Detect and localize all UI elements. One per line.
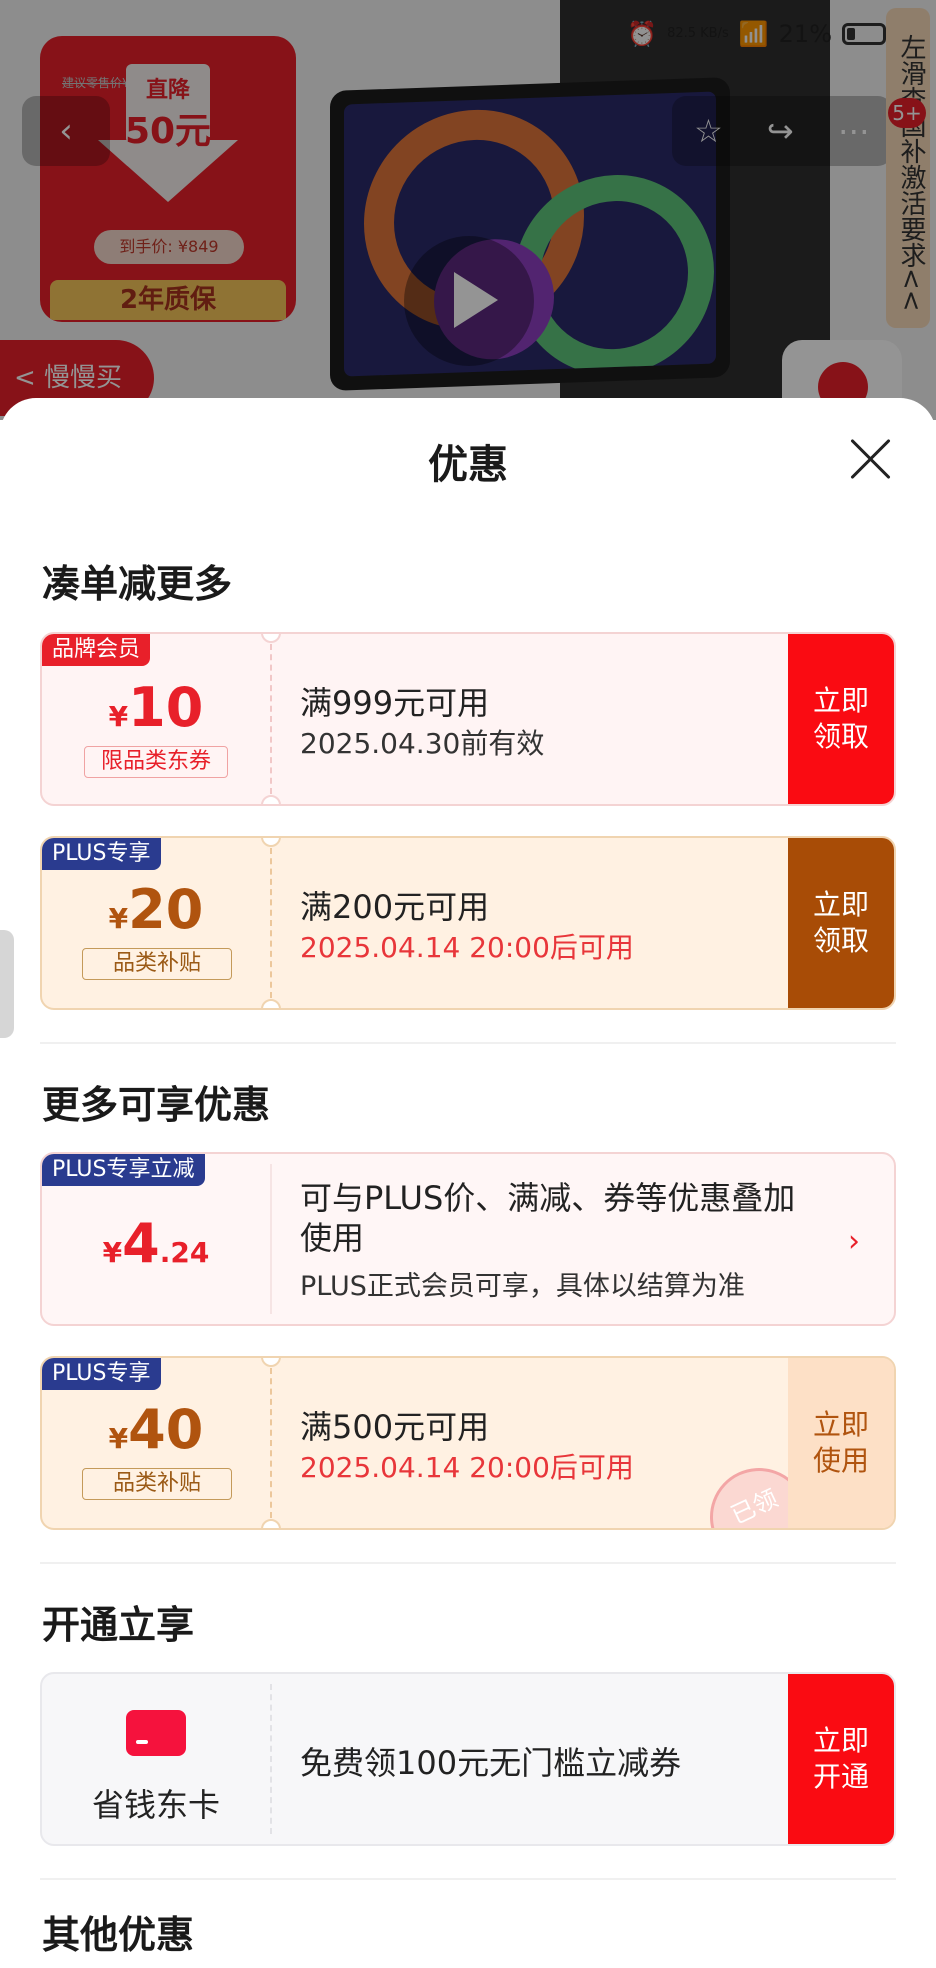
coupon-amount: ¥40 — [108, 1398, 204, 1461]
coupon-validity: 2025.04.14 20:00后可用 — [300, 1451, 634, 1484]
coupon-condition: 满500元可用 — [300, 1408, 490, 1446]
coupon-plus-40: PLUS专享 ¥40 品类补贴 满500元可用 2025.04.14 20:00… — [40, 1356, 896, 1530]
savings-card-offer: 省钱东卡 免费领100元无门槛立减券 立即 开通 — [40, 1672, 896, 1846]
claim-button[interactable]: 立即 领取 — [788, 634, 894, 804]
coupon-validity: 2025.04.14 20:00后可用 — [300, 931, 634, 964]
discount-description: 可与PLUS价、满减、券等优惠叠加使用 — [300, 1179, 796, 1257]
section-title-other: 其他优惠 — [42, 1913, 195, 1957]
chevron-right-icon: › — [848, 1224, 860, 1259]
coupon-tag: PLUS专享 — [42, 1358, 161, 1390]
claim-button[interactable]: 立即 领取 — [788, 838, 894, 1008]
section-title-activate: 开通立享 — [42, 1603, 195, 1647]
left-edge-handle[interactable] — [0, 930, 14, 1038]
card-offer-text: 免费领100元无门槛立减券 — [300, 1744, 682, 1782]
coupon-amount: ¥20 — [108, 878, 204, 941]
divider — [40, 1878, 896, 1880]
card-name: 省钱东卡 — [91, 1786, 220, 1824]
sheet-title: 优惠 — [428, 442, 508, 488]
coupon-amount: ¥10 — [108, 676, 204, 739]
discount-amount: ¥4.24 — [102, 1212, 210, 1275]
divider — [40, 1042, 896, 1044]
divider — [40, 1562, 896, 1564]
section-title-combine: 凑单减更多 — [42, 562, 233, 606]
coupon-plus-20: PLUS专享 ¥20 品类补贴 满200元可用 2025.04.14 20:00… — [40, 836, 896, 1010]
modal-overlay[interactable] — [0, 0, 936, 420]
coupon-tag: 品牌会员 — [42, 634, 151, 666]
coupon-tag: PLUS专享 — [42, 838, 161, 870]
discount-sheet: 优惠 凑单减更多 品牌会员 ¥10 限品类东券 满999元可用 2025.04.… — [0, 398, 936, 1968]
coupon-brand-member: 品牌会员 ¥10 限品类东券 满999元可用 2025.04.30前有效 立即领… — [40, 632, 896, 806]
coupon-type-tag: 限品类东券 — [84, 746, 228, 778]
coupon-type-tag: 品类补贴 — [82, 1468, 232, 1500]
section-title-more: 更多可享优惠 — [42, 1083, 271, 1127]
close-icon[interactable] — [848, 436, 894, 482]
plus-instant-discount[interactable]: PLUS专享立减 ¥4.24 可与PLUS价、满减、券等优惠叠加使用 PLUS正… — [40, 1152, 896, 1326]
coupon-condition: 满200元可用 — [300, 888, 490, 926]
coupon-type-tag: 品类补贴 — [82, 948, 232, 980]
coupon-condition: 满999元可用 — [300, 684, 490, 722]
card-icon — [126, 1710, 186, 1756]
activate-button[interactable]: 立即 开通 — [788, 1674, 894, 1844]
use-button[interactable]: 立即 使用 — [788, 1358, 894, 1528]
discount-note: PLUS正式会员可享，具体以结算为准 — [300, 1271, 745, 1302]
coupon-tag: PLUS专享立减 — [42, 1154, 205, 1186]
coupon-validity: 2025.04.30前有效 — [300, 727, 545, 760]
